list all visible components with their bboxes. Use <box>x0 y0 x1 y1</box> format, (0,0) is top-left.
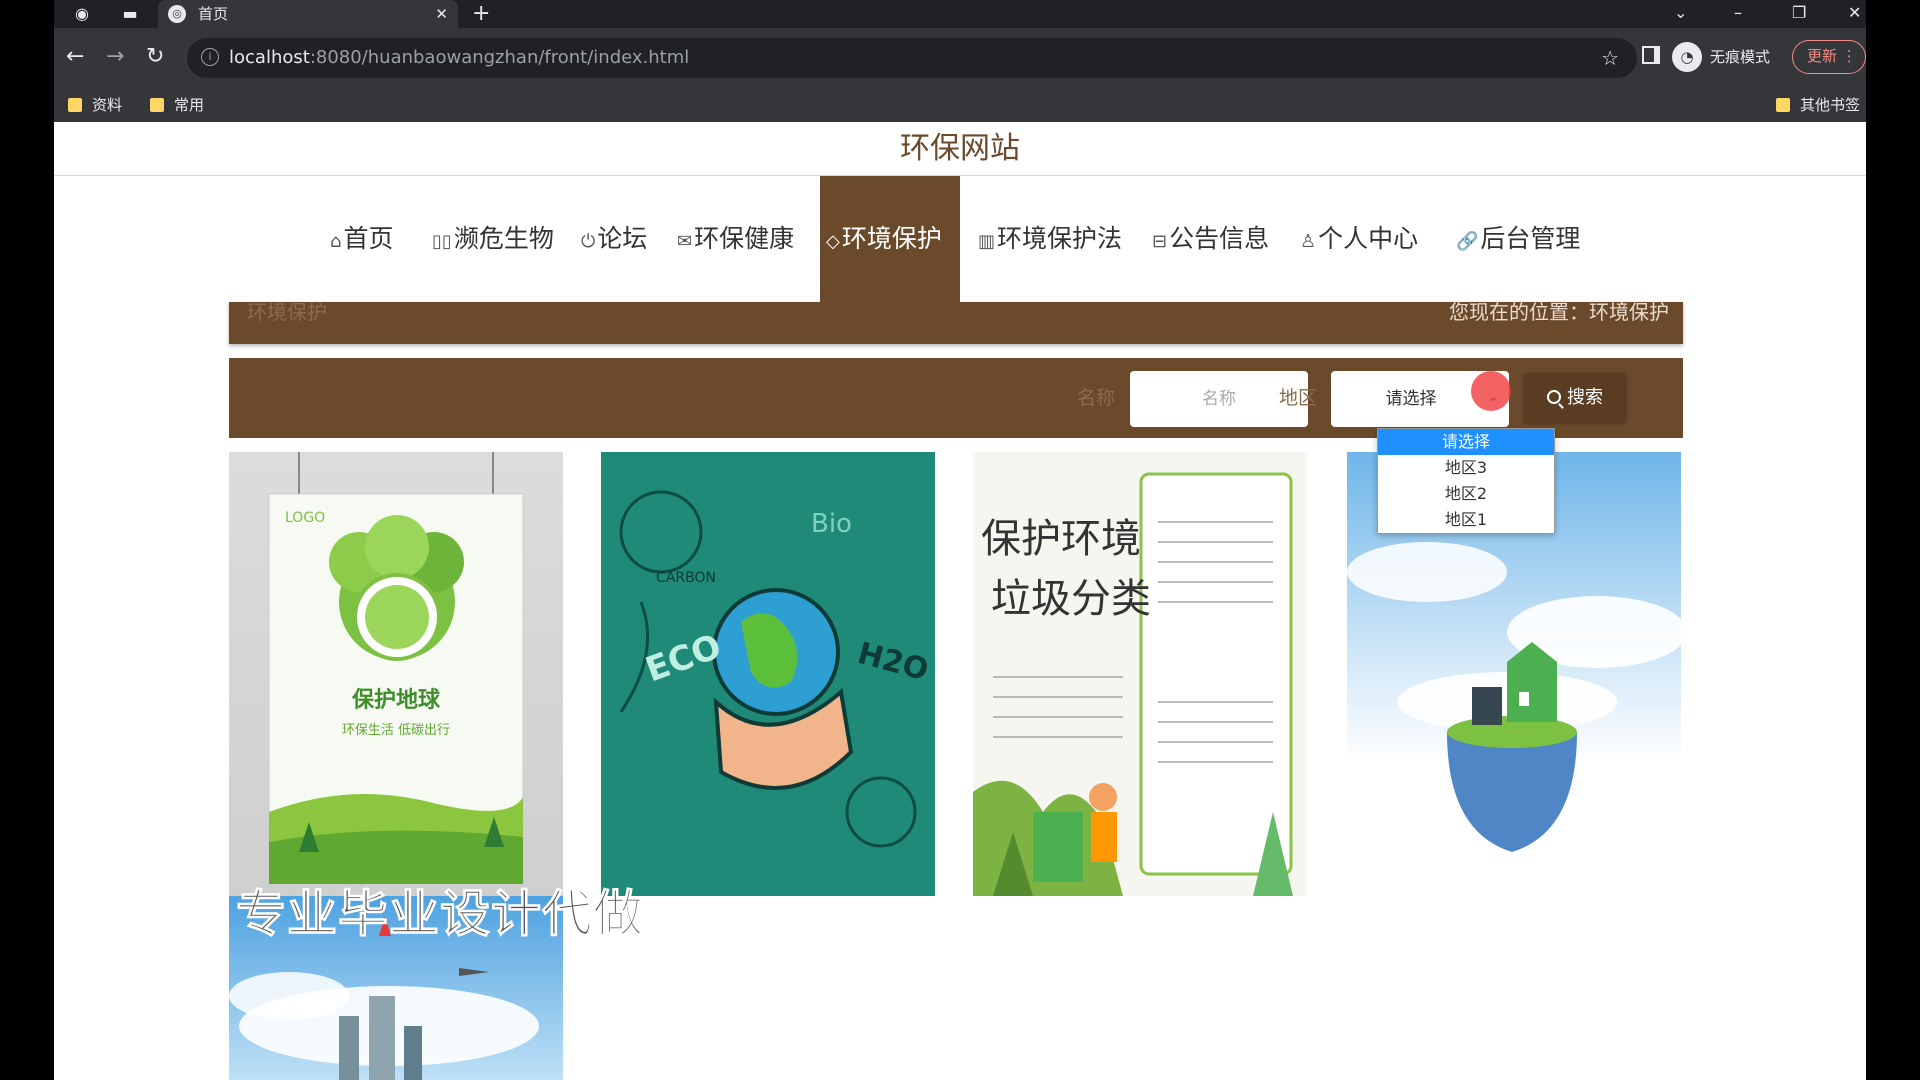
tab-strip: ◉ ▬ ◎ 首页 ✕ + ⌄ – ❐ ✕ <box>54 0 1866 28</box>
incognito-indicator[interactable]: ◔ 无痕模式 <box>1672 40 1782 74</box>
folder-icon <box>68 98 82 112</box>
side-panel-icon[interactable] <box>1642 46 1660 64</box>
bookmarks-bar: 资料 常用 其他书签 <box>54 88 1866 122</box>
breadcrumb: 环境保护 您现在的位置：环境保护 <box>229 302 1683 344</box>
nav-home[interactable]: ⌂首页 <box>330 176 393 302</box>
card-eco-hand[interactable]: ECO H2O Bio CARBON <box>601 452 935 896</box>
name-label: 名称 <box>1077 387 1116 409</box>
address-bar[interactable]: i localhost:8080/huanbaowangzhan/front/i… <box>187 38 1637 78</box>
home-icon: ⌂ <box>330 231 342 252</box>
minimize-icon[interactable]: – <box>1734 2 1742 24</box>
printer-icon: ⊟ <box>1152 231 1168 252</box>
poster-headline: 保护环境 <box>981 516 1141 562</box>
bookmark-folder-changyong[interactable]: 常用 <box>150 94 204 116</box>
star-icon[interactable]: ☆ <box>1601 46 1619 70</box>
tab-home[interactable]: ◎ 首页 ✕ <box>158 0 458 28</box>
book-icon: ▯▯ <box>432 231 452 252</box>
globe-icon: ◎ <box>168 5 186 23</box>
folder-icon <box>1776 98 1790 112</box>
link-icon: 🔗 <box>1456 231 1479 252</box>
region-dropdown: 请选择 地区3 地区2 地区1 <box>1377 428 1555 534</box>
section-title: 环境保护 <box>247 300 327 324</box>
tab-search-icon[interactable]: ▬ <box>120 4 140 24</box>
region-option[interactable]: 请选择 <box>1378 429 1554 455</box>
window-close-icon[interactable]: ✕ <box>1848 2 1861 24</box>
main-nav: ⌂首页 ▯▯濒危生物 ⏻论坛 ✉环保健康 ◇环境保护 ▥环境保护法 ⊟公告信息 … <box>54 176 1866 302</box>
nav-forum[interactable]: ⏻论坛 <box>581 176 647 302</box>
card-garbage-sorting[interactable]: 保护环境 垃圾分类 <box>973 452 1307 896</box>
mouse-cursor-indicator <box>1471 371 1511 411</box>
poster-earth-image: LOGO 保护地球 环保生活 低碳出行 <box>268 452 524 885</box>
poster-logo-text: LOGO <box>285 510 325 526</box>
card-poster-earth[interactable]: LOGO 保护地球 环保生活 低碳出行 <box>229 452 563 896</box>
poster-headline: 保护地球 <box>351 688 441 713</box>
update-button[interactable]: 更新 ⋮ <box>1792 40 1866 74</box>
region-option[interactable]: 地区3 <box>1378 455 1554 481</box>
region-option[interactable]: 地区1 <box>1378 507 1554 533</box>
carbon-word: CARBON <box>656 570 716 586</box>
bio-word: Bio <box>811 509 852 539</box>
restore-icon[interactable]: ❐ <box>1792 2 1806 24</box>
chevron-down-icon[interactable]: ⌄ <box>1674 2 1687 24</box>
chrome-menu-icon[interactable]: ◉ <box>72 4 92 24</box>
url-text[interactable]: localhost:8080/huanbaowangzhan/front/ind… <box>229 47 689 69</box>
search-button[interactable]: 搜索 <box>1524 373 1626 423</box>
current-location: 您现在的位置：环境保护 <box>1449 300 1669 324</box>
new-tab-icon[interactable]: + <box>472 2 490 26</box>
nav-health[interactable]: ✉环保健康 <box>677 176 794 302</box>
poster-subline: 环保生活 低碳出行 <box>342 723 450 738</box>
tag-icon: ◇ <box>826 231 840 252</box>
mail-icon: ✉ <box>677 231 693 252</box>
bookmark-folder-ziliao[interactable]: 资料 <box>68 94 122 116</box>
nav-endangered[interactable]: ▯▯濒危生物 <box>432 176 554 302</box>
browser-window: ◉ ▬ ◎ 首页 ✕ + ⌄ – ❐ ✕ ← → ↻ i localhost:8… <box>54 0 1866 1080</box>
user-icon: ♙ <box>1300 231 1317 252</box>
close-icon[interactable]: ✕ <box>435 3 448 25</box>
eco-hand-image: ECO H2O Bio CARBON <box>601 452 935 896</box>
browser-toolbar: ← → ↻ i localhost:8080/huanbaowangzhan/f… <box>54 28 1866 88</box>
back-icon[interactable]: ← <box>66 44 84 70</box>
nav-environment[interactable]: ◇环境保护 <box>820 176 960 302</box>
power-icon: ⏻ <box>581 231 596 252</box>
grid-icon: ▥ <box>978 231 996 252</box>
poster-subline: 垃圾分类 <box>991 576 1151 622</box>
site-title: 环保网站 <box>54 122 1866 176</box>
watermark-text: 专业毕业设计代做 <box>236 885 644 944</box>
reload-icon[interactable]: ↻ <box>146 44 164 70</box>
info-icon[interactable]: i <box>201 48 219 66</box>
bookmark-folder-other[interactable]: 其他书签 <box>1776 94 1860 116</box>
region-label: 地区 <box>1279 387 1318 409</box>
incognito-label: 无痕模式 <box>1710 48 1771 66</box>
garbage-sorting-image: 保护环境 垃圾分类 <box>973 452 1307 896</box>
forward-icon[interactable]: → <box>106 44 124 70</box>
nav-law[interactable]: ▥环境保护法 <box>978 176 1122 302</box>
nav-admin[interactable]: 🔗后台管理 <box>1456 176 1580 302</box>
nav-notices[interactable]: ⊟公告信息 <box>1152 176 1269 302</box>
nav-profile[interactable]: ♙个人中心 <box>1300 176 1418 302</box>
search-icon <box>1547 390 1561 404</box>
tab-title: 首页 <box>198 5 229 23</box>
region-option[interactable]: 地区2 <box>1378 481 1554 507</box>
incognito-icon: ◔ <box>1672 42 1702 72</box>
search-bar: 名称 地区 请选择 ⌄ 搜索 <box>229 358 1683 438</box>
folder-icon <box>150 98 164 112</box>
region-selected: 请选择 <box>1385 389 1437 409</box>
